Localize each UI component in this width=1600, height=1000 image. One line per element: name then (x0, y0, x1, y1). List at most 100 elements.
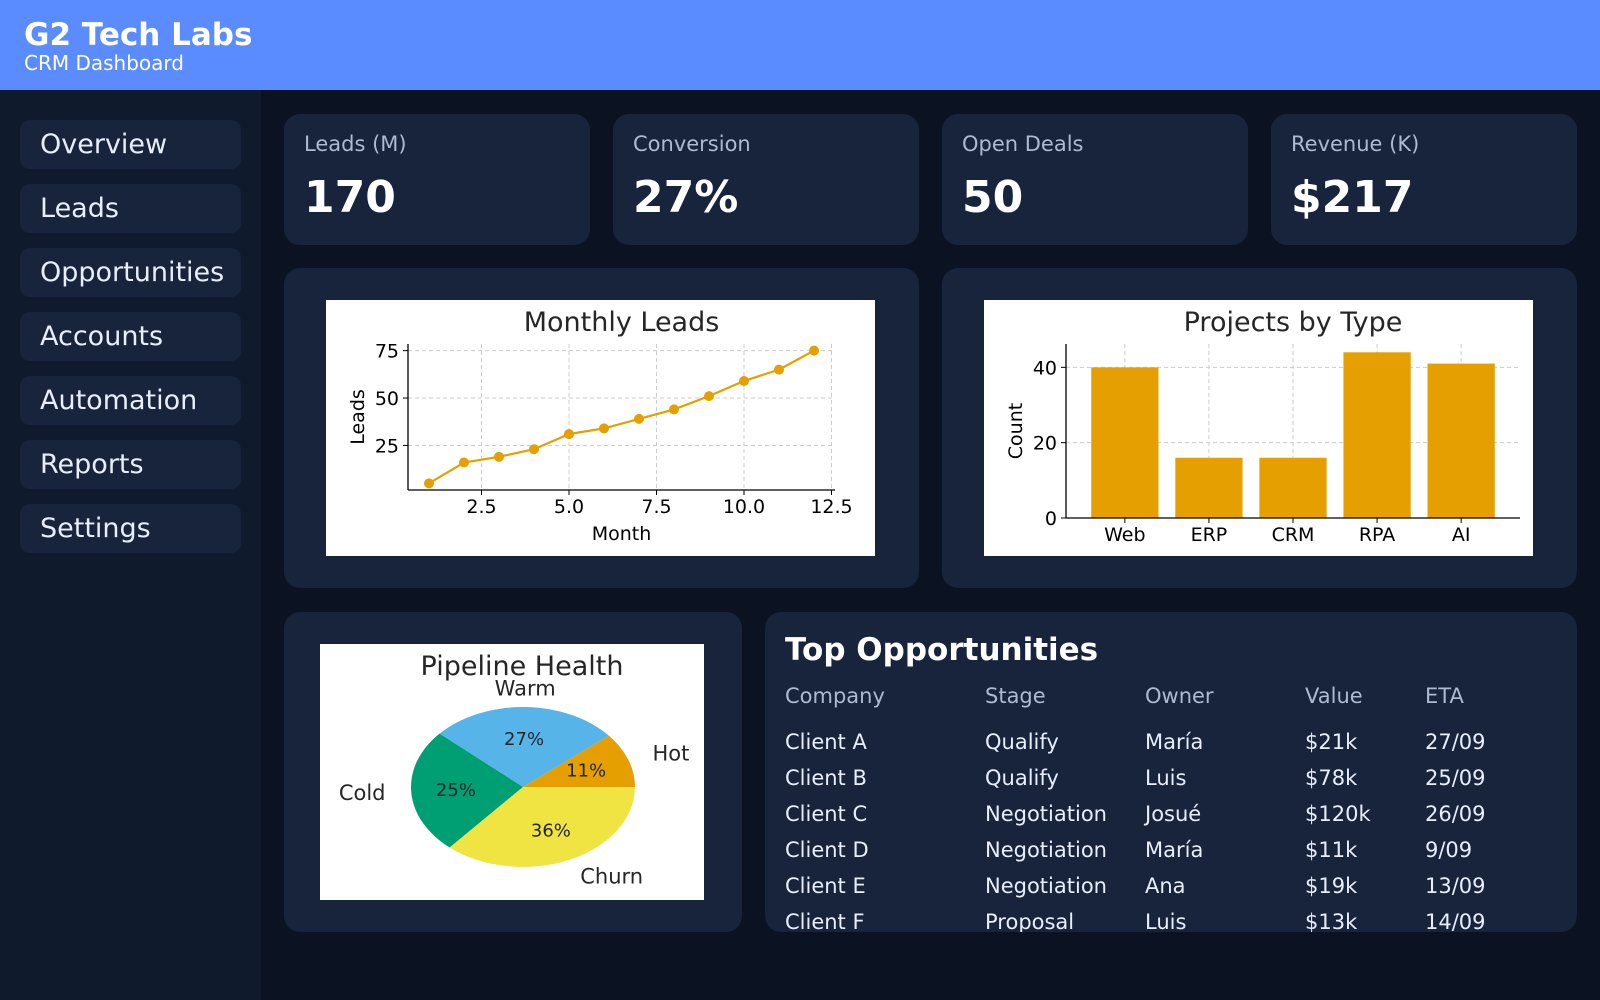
table-cell: $120k (1305, 802, 1371, 826)
slice-label: Churn (580, 865, 643, 889)
table-cell: Qualify (985, 766, 1059, 790)
sidebar-item-automation[interactable]: Automation (20, 376, 241, 425)
bar (1343, 352, 1411, 518)
sidebar-item-reports[interactable]: Reports (20, 440, 241, 489)
slice-percent-label: 36% (531, 821, 571, 842)
data-point (459, 457, 469, 468)
column-header: Owner (1145, 684, 1214, 708)
data-point (739, 375, 749, 386)
pie-chart-frame: Pipeline Health 11% Hot 27% Warm 25% Cold 36% Ch… (320, 644, 704, 900)
bar (1259, 457, 1327, 518)
x-axis-label: Month (592, 523, 652, 545)
table-cell: Client D (785, 838, 869, 862)
kpi-card-revenue: Revenue (K) $217 (1271, 114, 1577, 245)
table-cell: 27/09 (1425, 730, 1486, 754)
data-point (424, 478, 434, 489)
y-tick-label: 20 (1033, 433, 1057, 455)
x-tick-label: 7.5 (641, 496, 671, 518)
x-tick-label: AI (1452, 524, 1471, 546)
app-title: G2 Tech Labs (24, 17, 253, 53)
kpi-value: $217 (1291, 172, 1414, 223)
x-tick-label: ERP (1191, 524, 1228, 546)
table-cell: Josué (1145, 802, 1202, 826)
table-cell: Client E (785, 874, 866, 898)
kpi-card-open-deals: Open Deals 50 (942, 114, 1248, 245)
sidebar-item-leads[interactable]: Leads (20, 184, 241, 233)
table-cell: María (1145, 730, 1204, 754)
data-point (634, 413, 644, 424)
data-point (669, 404, 679, 415)
table-cell: $19k (1305, 874, 1358, 898)
data-point (774, 364, 784, 375)
table-cell: $11k (1305, 838, 1358, 862)
y-axis-label: Count (1005, 403, 1027, 459)
pipeline-health-chart: Pipeline Health11%Hot27%Warm25%Cold36%Ch… (339, 651, 689, 889)
y-tick-label: 50 (375, 388, 399, 410)
top-opportunities-card: Top Opportunities Company Stage Owner Value… (765, 612, 1577, 932)
data-point (599, 423, 609, 434)
table-cell: María (1145, 838, 1204, 862)
x-tick-label: RPA (1359, 524, 1395, 546)
bar (1091, 367, 1159, 518)
x-tick-label: 5.0 (554, 496, 584, 518)
data-point (494, 451, 504, 462)
data-point (564, 429, 574, 440)
data-point (704, 391, 714, 402)
kpi-card-conversion: Conversion 27% (613, 114, 919, 245)
slice-label: Warm (495, 677, 556, 701)
sidebar: Overview Leads Opportunities Accounts Au… (0, 90, 261, 1000)
slice-label: Hot (652, 741, 689, 765)
x-tick-label: CRM (1272, 524, 1315, 546)
table-cell: Luis (1145, 766, 1187, 790)
y-tick-label: 0 (1045, 508, 1057, 530)
table-cell: $21k (1305, 730, 1358, 754)
x-tick-label: 2.5 (466, 496, 496, 518)
column-header: Company (785, 684, 885, 708)
top-header: G2 Tech Labs CRM Dashboard (0, 0, 1600, 90)
chart-card-monthly-leads: Monthly Leads 2.5 5.0 7.5 10.0 12.5 25 50 75 Mont… (284, 268, 919, 588)
chart-title: Monthly Leads (524, 307, 720, 338)
chart-card-pipeline: Pipeline Health 11% Hot 27% Warm 25% Cold 36% Ch… (284, 612, 742, 932)
table-cell: 13/09 (1425, 874, 1486, 898)
table-cell: Negotiation (985, 874, 1107, 898)
x-tick-label: 10.0 (723, 496, 765, 518)
kpi-label: Revenue (K) (1291, 132, 1420, 156)
table-cell: Negotiation (985, 838, 1107, 862)
table-cell: 14/09 (1425, 910, 1486, 932)
kpi-value: 50 (962, 172, 1024, 223)
projects-by-type-chart: Projects by Type 0 20 40 Web ERP CRM RPA AI Count (1005, 307, 1520, 546)
sidebar-item-opportunities[interactable]: Opportunities (20, 248, 241, 297)
sidebar-item-accounts[interactable]: Accounts (20, 312, 241, 361)
sidebar-item-settings[interactable]: Settings (20, 504, 241, 553)
table-cell: $13k (1305, 910, 1358, 932)
y-axis-label: Leads (347, 389, 369, 445)
kpi-value: 27% (633, 172, 739, 223)
column-header: Value (1305, 684, 1363, 708)
kpi-label: Leads (M) (304, 132, 407, 156)
table-cell: Qualify (985, 730, 1059, 754)
table-cell: Client B (785, 766, 867, 790)
slice-percent-label: 25% (436, 780, 476, 801)
table-cell: Proposal (985, 910, 1075, 932)
table-cell: Ana (1145, 874, 1186, 898)
kpi-label: Open Deals (962, 132, 1084, 156)
x-tick-label: Web (1104, 524, 1145, 546)
x-tick-label: 12.5 (810, 496, 852, 518)
data-point (809, 345, 819, 356)
slice-label: Cold (339, 781, 386, 805)
kpi-label: Conversion (633, 132, 751, 156)
series-line (428, 349, 815, 485)
kpi-value: 170 (304, 172, 396, 223)
table-cell: 25/09 (1425, 766, 1486, 790)
chart-card-projects: Projects by Type 0 20 40 Web ERP CRM RPA AI Count (942, 268, 1577, 588)
table-cell: Negotiation (985, 802, 1107, 826)
monthly-leads-chart: Monthly Leads 2.5 5.0 7.5 10.0 12.5 25 50 75 Mont… (347, 307, 853, 545)
column-header: Stage (985, 684, 1046, 708)
table-cell: Client F (785, 910, 865, 932)
table-cell: $78k (1305, 766, 1358, 790)
y-tick-label: 40 (1033, 357, 1057, 379)
table-cell: Luis (1145, 910, 1187, 932)
line-chart-frame: Monthly Leads 2.5 5.0 7.5 10.0 12.5 25 50 75 Mont… (326, 300, 875, 556)
sidebar-item-overview[interactable]: Overview (20, 120, 241, 169)
table-title: Top Opportunities (785, 632, 1099, 668)
